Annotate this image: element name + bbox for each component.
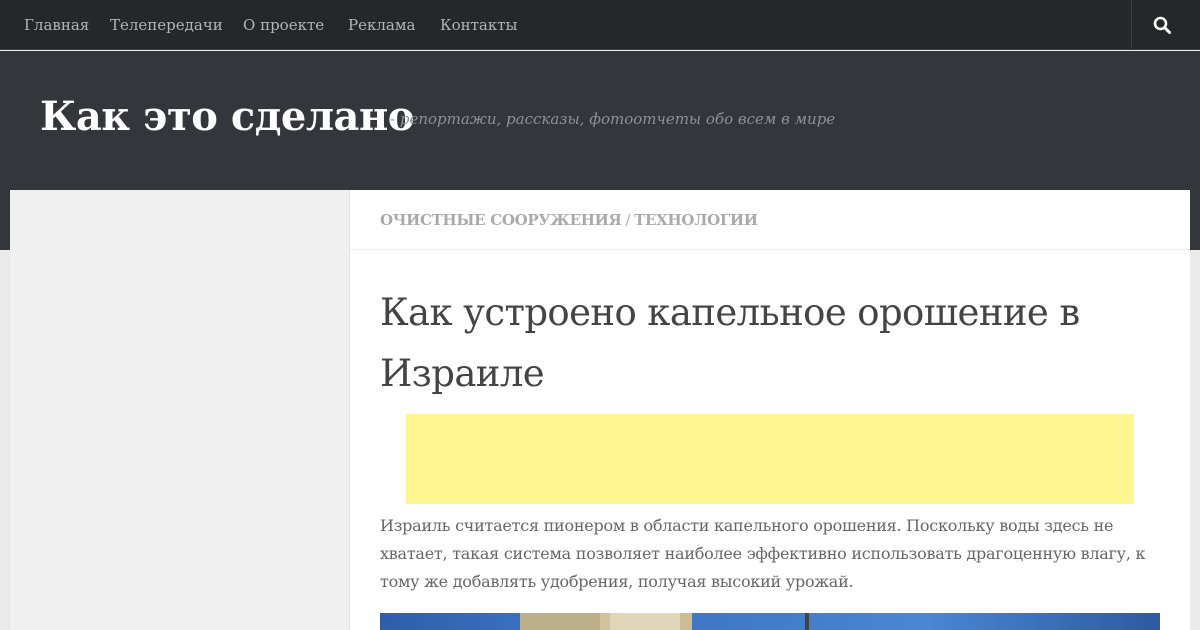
nav-item-advertising[interactable]: Реклама xyxy=(348,0,415,50)
category-link-technologies[interactable]: ТЕХНОЛОГИИ xyxy=(634,211,758,229)
image-building xyxy=(610,613,680,630)
search-button[interactable] xyxy=(1131,0,1200,50)
ad-banner[interactable] xyxy=(406,414,1134,504)
image-building xyxy=(520,613,600,630)
post-title: Как устроено капельное орошение в Израил… xyxy=(380,291,1080,395)
search-icon xyxy=(1153,16,1171,34)
content-wrapper: ОЧИСТНЫЕ СООРУЖЕНИЯ / ТЕХНОЛОГИИ Как устро… xyxy=(10,190,1190,630)
post-intro-text: Израиль считается пионером в области кап… xyxy=(380,516,1146,591)
nav-item-contacts[interactable]: Контакты xyxy=(440,0,518,50)
category-link-treatment-plants[interactable]: ОЧИСТНЫЕ СООРУЖЕНИЯ xyxy=(380,211,622,229)
image-pole xyxy=(805,613,809,630)
site-title[interactable]: Как это сделано xyxy=(40,93,414,140)
breadcrumb: ОЧИСТНЫЕ СООРУЖЕНИЯ / ТЕХНОЛОГИИ xyxy=(350,190,1190,250)
site-description: - репортажи, рассказы, фотоотчеты обо вс… xyxy=(390,110,836,128)
top-navigation: Главная Телепередачи О проекте Реклама К… xyxy=(0,0,1200,50)
nav-item-home[interactable]: Главная xyxy=(24,0,89,50)
sidebar xyxy=(10,190,350,630)
post-image[interactable] xyxy=(380,613,1160,630)
nav-item-tv-shows[interactable]: Телепередачи xyxy=(110,0,223,50)
breadcrumb-separator: / xyxy=(625,211,631,229)
main-content: ОЧИСТНЫЕ СООРУЖЕНИЯ / ТЕХНОЛОГИИ Как устро… xyxy=(350,190,1190,630)
nav-item-about[interactable]: О проекте xyxy=(243,0,324,50)
